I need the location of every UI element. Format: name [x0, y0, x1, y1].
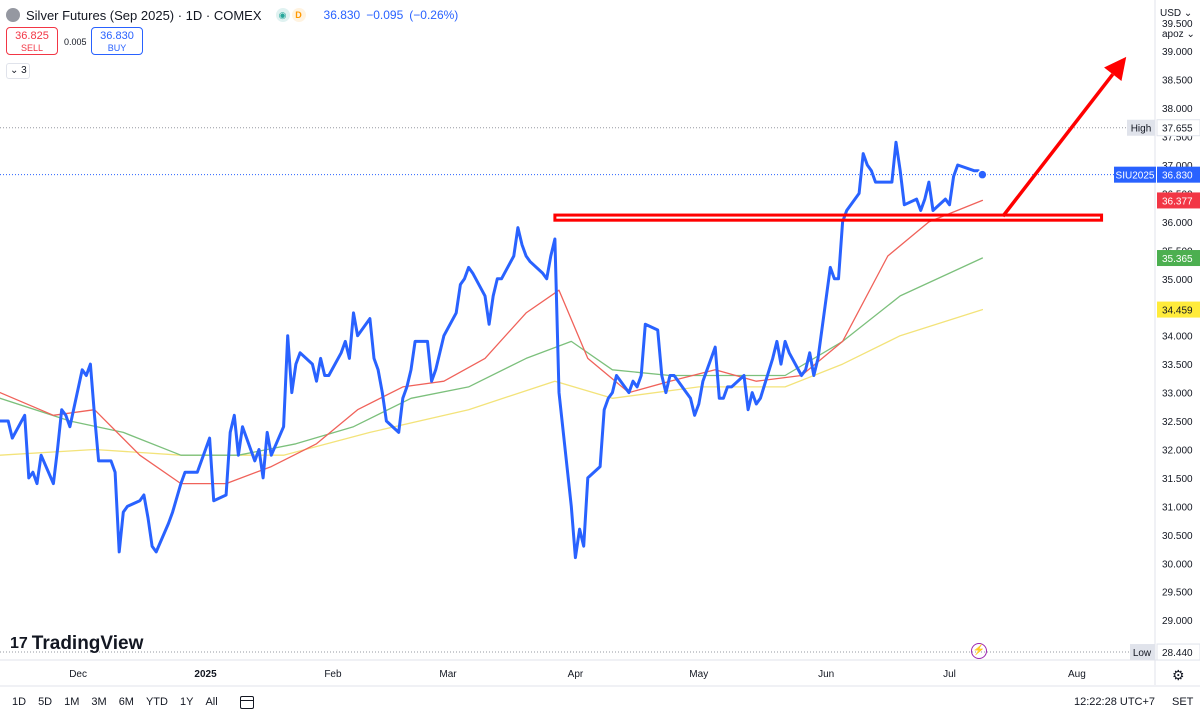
- price-change-pct: (−0.26%): [409, 8, 459, 22]
- tradingview-logo: 17 TradingView: [10, 633, 143, 655]
- y-tick-label: 38.000: [1162, 104, 1193, 115]
- last-price-tag: 36.830: [1162, 171, 1193, 182]
- buy-button[interactable]: 36.830 BUY: [91, 27, 143, 55]
- calendar-icon[interactable]: [239, 695, 254, 709]
- gear-icon[interactable]: ⚙: [1172, 667, 1185, 684]
- tf-ytd[interactable]: YTD: [146, 696, 168, 708]
- x-tick-label: Jul: [943, 669, 956, 680]
- tf-1d[interactable]: 1D: [12, 696, 26, 708]
- currency-selector[interactable]: USD ⌄: [1160, 8, 1192, 19]
- sell-label: SELL: [20, 43, 44, 53]
- moving-average-line: [0, 308, 984, 456]
- y-tick-label: 31.500: [1162, 474, 1193, 485]
- y-tick-label: 29.500: [1162, 588, 1193, 599]
- tf-all[interactable]: All: [205, 696, 217, 708]
- y-tick-label: 33.500: [1162, 360, 1193, 371]
- last-price-marker: [977, 169, 988, 180]
- high-tag: High: [1131, 124, 1152, 135]
- x-tick-label: Dec: [69, 669, 87, 680]
- delayed-badge[interactable]: D: [291, 8, 306, 22]
- clock[interactable]: 12:22:28 UTC+7: [1074, 696, 1155, 708]
- symbol-title[interactable]: Silver Futures (Sep 2025) · 1D · COMEX: [26, 8, 262, 23]
- tradingview-mark-icon: 17: [10, 635, 28, 652]
- y-tick-label: 31.000: [1162, 502, 1193, 513]
- high-value: 37.655: [1162, 124, 1193, 135]
- trend-arrow-head: [1104, 56, 1127, 82]
- moving-average-line: [0, 257, 984, 456]
- y-tick-label: 38.500: [1162, 76, 1193, 87]
- resistance-rectangle: [553, 213, 1104, 222]
- y-tick-label: 36.000: [1162, 218, 1193, 229]
- tf-1m[interactable]: 1M: [64, 696, 79, 708]
- eye-icon[interactable]: ◉: [275, 8, 290, 22]
- ma-value-tag: 35.365: [1162, 254, 1193, 265]
- tf-1y[interactable]: 1Y: [180, 696, 193, 708]
- moving-average-line: [0, 199, 984, 485]
- low-value: 28.440: [1162, 648, 1193, 659]
- trend-arrow-shaft: [1001, 73, 1115, 218]
- sell-button[interactable]: 36.825 SELL: [6, 27, 58, 55]
- scale-mode-selector[interactable]: apoz ⌄: [1162, 29, 1195, 40]
- low-tag: Low: [1133, 648, 1152, 659]
- chart-area[interactable]: 29.000 29.500 30.000 30.500 31.000 31.500 32.0…: [0, 0, 1200, 714]
- buy-label: BUY: [107, 43, 127, 53]
- y-tick-label: 30.500: [1162, 531, 1193, 542]
- x-tick-label: Aug: [1068, 669, 1086, 680]
- y-tick-label: 32.000: [1162, 445, 1193, 456]
- tf-5d[interactable]: 5D: [38, 696, 52, 708]
- price-series-line: [0, 140, 984, 560]
- spread-value: 0.005: [64, 37, 87, 47]
- symbol-tag: SIU2025: [1116, 171, 1155, 182]
- flash-icon[interactable]: ⚡: [971, 643, 987, 659]
- indicators-count: 3: [21, 65, 27, 76]
- tf-3m[interactable]: 3M: [91, 696, 106, 708]
- y-tick-label: 39.000: [1162, 47, 1193, 58]
- y-tick-label: 33.000: [1162, 389, 1193, 400]
- indicators-toggle[interactable]: ⌄ 3: [6, 63, 30, 79]
- x-tick-label: Apr: [568, 669, 584, 680]
- y-tick-label: 34.000: [1162, 332, 1193, 343]
- last-price: 36.830: [323, 8, 361, 22]
- ma-value-tag: 34.459: [1162, 306, 1193, 317]
- x-tick-label: Feb: [324, 669, 342, 680]
- symbol-logo-icon: [6, 8, 20, 22]
- price-change: −0.095: [366, 8, 404, 22]
- status-badges: ◉ D: [275, 8, 306, 22]
- y-tick-label: 30.000: [1162, 559, 1193, 570]
- x-tick-label: Jun: [818, 669, 834, 680]
- ma-value-tag: 36.377: [1162, 196, 1193, 207]
- tf-6m[interactable]: 6M: [119, 696, 134, 708]
- x-tick-label: Mar: [439, 669, 457, 680]
- y-tick-label: 35.000: [1162, 275, 1193, 286]
- session-label[interactable]: SET: [1172, 696, 1193, 708]
- buy-price: 36.830: [100, 30, 134, 42]
- y-tick-label: 29.000: [1162, 616, 1193, 627]
- x-tick-label: 2025: [194, 669, 217, 680]
- symbol-header: Silver Futures (Sep 2025) · 1D · COMEX ◉…: [6, 6, 458, 24]
- x-tick-label: May: [689, 669, 708, 680]
- sell-price: 36.825: [15, 30, 49, 42]
- y-tick-label: 32.500: [1162, 417, 1193, 428]
- brand-name: TradingView: [31, 633, 144, 654]
- bottom-toolbar: 1D 5D 1M 3M 6M YTD 1Y All 12:22:28 UTC+7…: [0, 690, 1200, 714]
- price-info: 36.830 −0.095 (−0.26%): [324, 8, 459, 22]
